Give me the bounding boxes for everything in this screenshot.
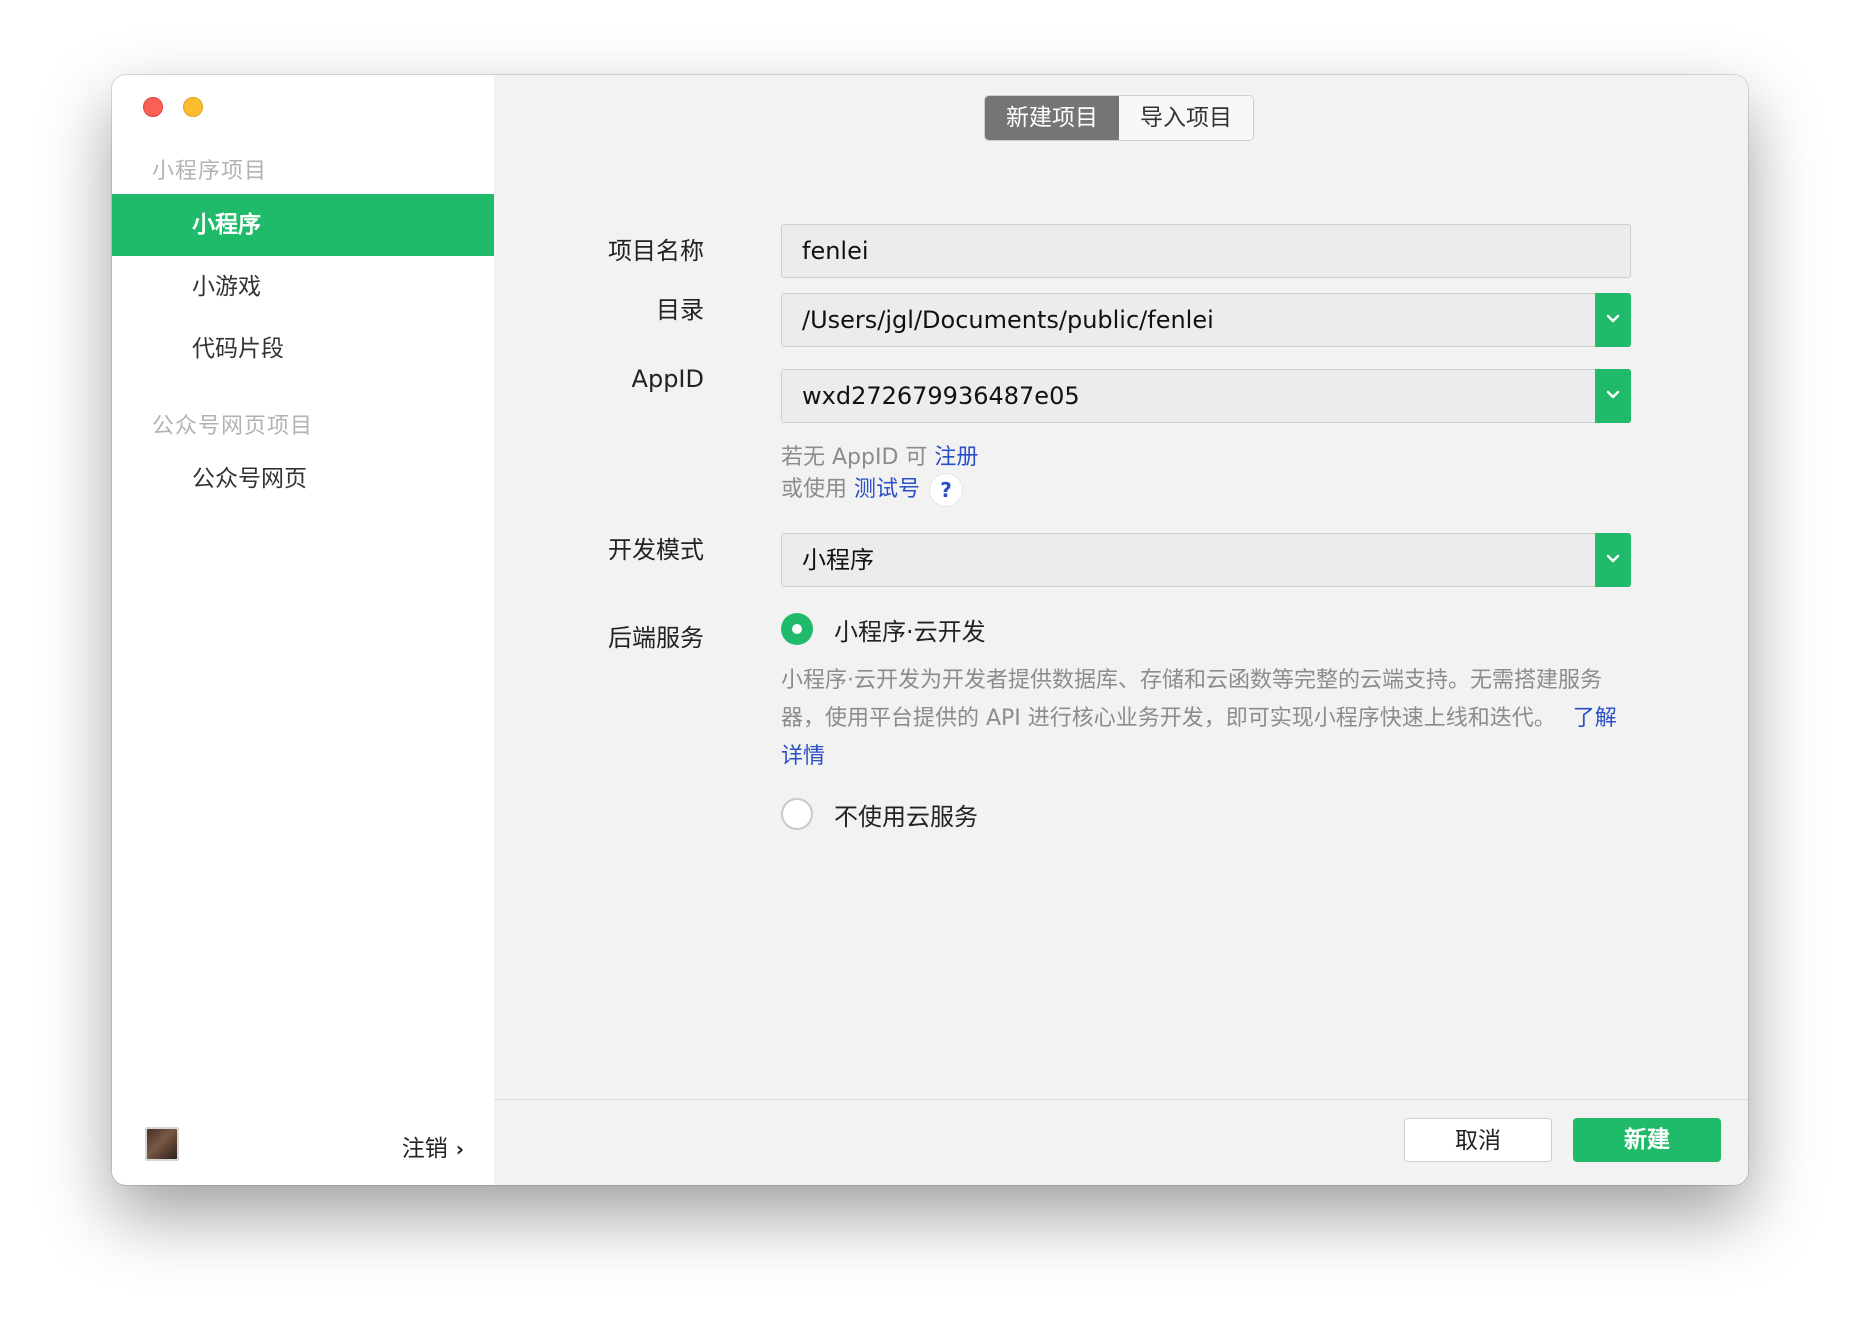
dev-mode-select[interactable]: 小程序 [781,533,1631,587]
backend-label: 后端服务 [608,624,704,652]
sidebar-item-minigame[interactable]: 小游戏 [112,256,494,318]
project-name-value: fenlei [802,237,869,265]
sidebar-item-official-account-web[interactable]: 公众号网页 [112,448,494,510]
create-button[interactable]: 新建 [1573,1118,1721,1162]
dev-mode-label: 开发模式 [608,536,704,564]
cloud-dev-description-text: 小程序·云开发为开发者提供数据库、存储和云函数等完整的云端支持。无需搭建服务器，… [781,668,1602,731]
avatar[interactable] [145,1127,179,1161]
close-window-button[interactable] [143,97,163,117]
section-title-miniprogram: 小程序项目 [152,159,268,184]
test-account-link[interactable]: 测试号 [854,477,920,502]
sidebar-item-miniprogram[interactable]: 小程序 [112,194,494,256]
test-hint-text: 或使用 [781,477,854,502]
chevron-down-icon [1606,314,1620,323]
chevron-down-icon [1606,390,1620,399]
tab-new-project[interactable]: 新建项目 [985,96,1119,140]
dev-mode-value: 小程序 [802,546,874,574]
dialog-footer: 取消 新建 [494,1099,1748,1185]
appid-test-hint: 或使用 测试号? [781,471,963,506]
new-project-window: 小程序项目 小程序 小游戏 代码片段 公众号网页项目 公众号网页 注销 › 新建项… [112,75,1748,1185]
radio-cloud-dev-label[interactable]: 小程序·云开发 [834,612,986,647]
directory-value: /Users/jgl/Documents/public/fenlei [802,306,1214,334]
logout-button[interactable]: 注销 › [402,1129,464,1163]
sidebar-item-code-snippet[interactable]: 代码片段 [112,318,494,380]
cloud-dev-description: 小程序·云开发为开发者提供数据库、存储和云函数等完整的云端支持。无需搭建服务器，… [781,662,1631,776]
dev-mode-dropdown-button[interactable] [1595,533,1631,587]
main-panel: 新建项目 导入项目 项目名称 fenlei 目录 /Users/jgl/Docu… [494,75,1748,1185]
chevron-right-icon: › [455,1137,464,1161]
logout-label: 注销 [401,1136,448,1162]
register-hint-text: 若无 AppID 可 [781,445,935,470]
sidebar-footer: 注销 › [112,1105,494,1185]
register-link[interactable]: 注册 [934,445,978,470]
directory-label: 目录 [656,296,704,324]
radio-cloud-dev[interactable] [781,613,813,645]
help-icon[interactable]: ? [930,474,963,506]
project-type-segmented-control: 新建项目 导入项目 [984,95,1254,141]
project-name-label: 项目名称 [608,237,704,265]
minimize-window-button[interactable] [183,97,203,117]
directory-input[interactable]: /Users/jgl/Documents/public/fenlei [781,293,1631,347]
appid-dropdown-button[interactable] [1595,369,1631,423]
directory-dropdown-button[interactable] [1595,293,1631,347]
project-name-input[interactable]: fenlei [781,224,1631,278]
section-title-official-account: 公众号网页项目 [152,414,314,439]
radio-no-cloud-label[interactable]: 不使用云服务 [834,797,978,832]
appid-label: AppID [631,365,704,393]
sidebar: 小程序项目 小程序 小游戏 代码片段 公众号网页项目 公众号网页 注销 › [112,75,494,1185]
chevron-down-icon [1606,554,1620,563]
appid-value: wxd272679936487e05 [802,382,1080,410]
radio-no-cloud[interactable] [781,798,813,830]
cancel-button[interactable]: 取消 [1404,1118,1552,1162]
appid-input[interactable]: wxd272679936487e05 [781,369,1631,423]
tab-import-project[interactable]: 导入项目 [1119,96,1253,140]
appid-register-hint: 若无 AppID 可 注册 [781,439,978,471]
